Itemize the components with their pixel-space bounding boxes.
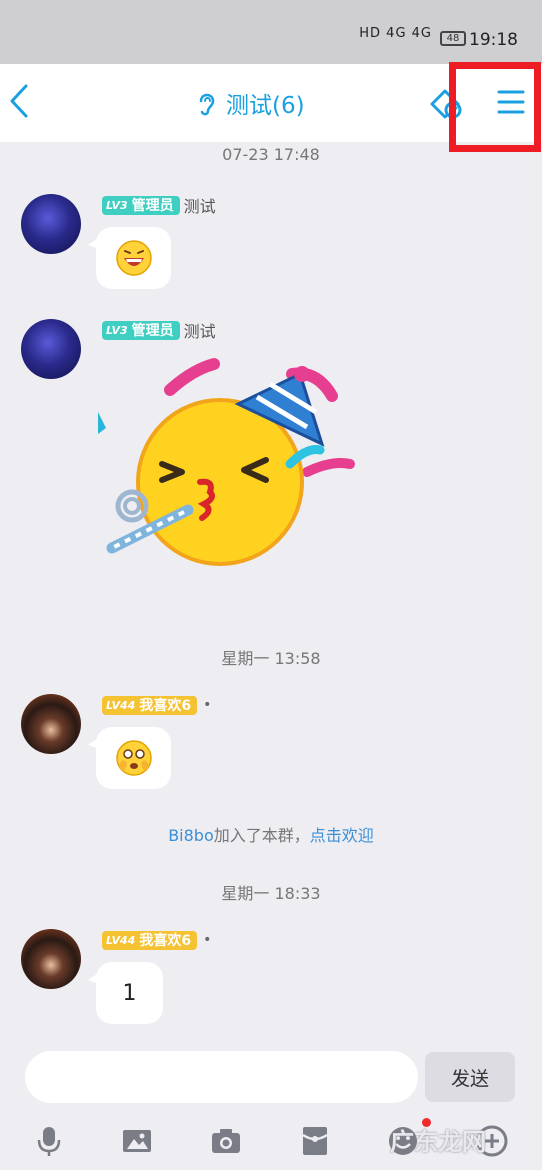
laughing-face-icon (115, 240, 152, 276)
camera-icon[interactable] (209, 1124, 243, 1158)
role-text: 管理员 (131, 198, 174, 214)
timestamp: 星期一 18:33 (221, 884, 321, 903)
sender-name: • (203, 697, 212, 713)
ear-icon (199, 93, 215, 116)
level-text: LV44 (106, 698, 136, 712)
back-arrow-icon[interactable] (6, 81, 36, 121)
avatar[interactable] (21, 319, 81, 379)
send-button[interactable]: 发送 (425, 1052, 515, 1102)
timestamp: 07-23 17:48 (222, 145, 320, 164)
sender-meta: LV44 我喜欢6 • (102, 930, 211, 950)
message-input[interactable] (25, 1051, 418, 1103)
status-time: 19:18 (469, 30, 518, 50)
sender-name: 测试 (183, 197, 216, 216)
sender-meta: LV44 我喜欢6 • (102, 695, 211, 715)
microphone-icon[interactable] (32, 1124, 66, 1158)
image-icon[interactable] (120, 1124, 154, 1158)
face-in-hands-icon (115, 740, 152, 776)
signal-icons: HD 4G 4G (359, 26, 432, 41)
highlight-box (449, 62, 541, 152)
party-face-sticker[interactable] (92, 352, 362, 572)
level-badge: LV3 管理员 (102, 195, 180, 215)
red-packet-icon[interactable] (298, 1124, 332, 1158)
level-text: LV44 (106, 933, 136, 947)
page-title: 测试(6) (226, 93, 305, 119)
watermark: 广东龙网 (390, 1128, 486, 1156)
role-text: 我喜欢6 (139, 698, 192, 714)
message-bubble[interactable]: 1 (88, 962, 163, 1024)
message-bubble[interactable] (88, 227, 171, 289)
system-message-text: 加入了本群， (213, 826, 310, 845)
level-text: LV3 (106, 323, 128, 337)
system-message: Bi8bo加入了本群，点击欢迎 (0, 822, 542, 846)
status-bar: HD 4G 4G 48 19:18 (0, 0, 542, 64)
sender-meta: LV3 管理员 测试 (102, 195, 216, 216)
avatar[interactable] (21, 194, 81, 254)
role-text: 我喜欢6 (139, 933, 192, 949)
battery-icon: 48 (440, 31, 466, 46)
timestamp: 星期一 13:58 (221, 649, 321, 668)
sender-meta: LV3 管理员 测试 (102, 320, 216, 341)
level-badge: LV3 管理员 (102, 320, 180, 340)
sender-name: • (203, 932, 212, 948)
avatar[interactable] (21, 929, 81, 989)
chat-title-wrap[interactable]: 测试(6) (196, 86, 305, 120)
avatar[interactable] (21, 694, 81, 754)
level-text: LV3 (106, 198, 128, 212)
message-text: 1 (122, 980, 137, 1006)
system-member-name[interactable]: Bi8bo (168, 826, 214, 845)
message-bubble[interactable] (88, 727, 171, 789)
sender-name: 测试 (183, 322, 216, 341)
role-text: 管理员 (131, 323, 174, 339)
level-badge: LV44 我喜欢6 (102, 695, 198, 715)
welcome-link[interactable]: 点击欢迎 (310, 826, 374, 845)
level-badge: LV44 我喜欢6 (102, 930, 198, 950)
